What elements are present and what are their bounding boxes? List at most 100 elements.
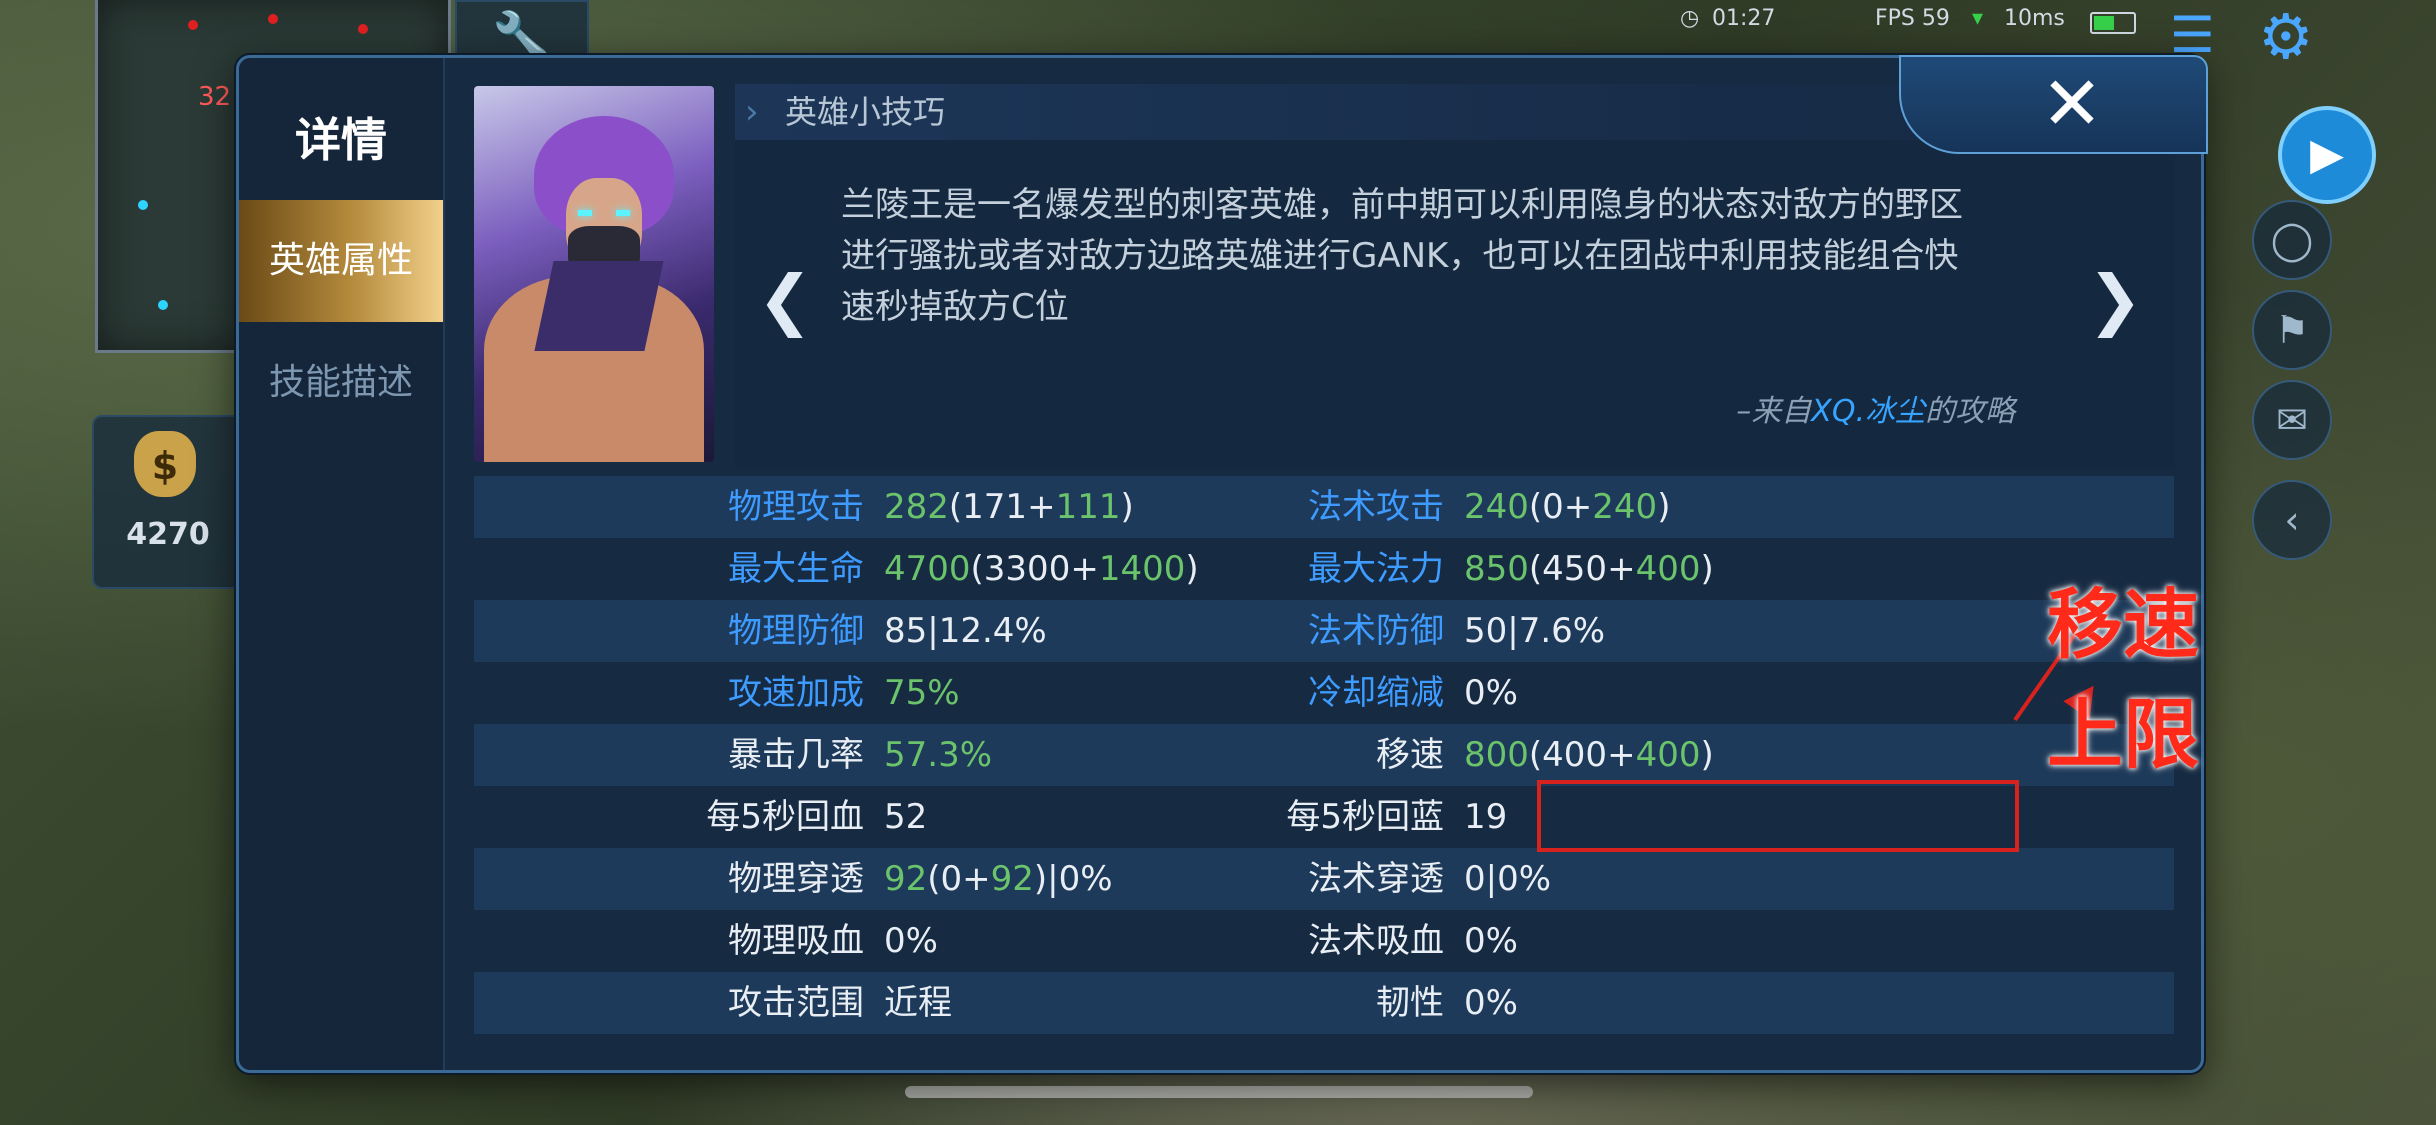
home-indicator[interactable] [905,1086,1533,1098]
stat-value: 0|0% [1464,848,1551,910]
stat-label: 法术穿透 [1308,859,1444,899]
stat-value: 282(171+111) [884,476,1134,538]
stat-label: 法术吸血 [1308,921,1444,961]
clock-icon: ◷ [1680,6,1700,31]
stat-value-part: (0+ [1528,487,1593,527]
enemy-tower-marker [358,24,368,34]
gold-counter[interactable]: $ 4270 [92,415,244,589]
annotation-label: 移速上限 [2047,580,2199,779]
list-icon[interactable]: ☰ [2170,10,2215,60]
stat-value: 19 [1464,786,1507,848]
stat-value-part: (0+ [927,859,991,899]
fps-readout: FPS 59 [1875,6,1950,31]
chat-icon[interactable]: ✉ [2252,380,2332,460]
stat-row: 攻速加成 75% 冷却缩减 0% [474,662,2174,724]
stat-value-part: (400+ [1528,735,1636,775]
stat-value-part: 850 [1464,549,1529,589]
stat-value-part: ) [1657,487,1671,527]
stat-row: 物理穿透 92(0+92)|0% 法术穿透 0|0% [474,848,2174,910]
enemy-tower-marker [268,14,278,24]
tips-title: 英雄小技巧 [785,93,946,131]
stat-value-part: ) [1700,735,1714,775]
stat-value-part: ) [1700,549,1714,589]
movement-speed-highlight [1537,780,2019,852]
stat-label: 攻速加成 [728,673,864,713]
gear-icon[interactable]: ⚙ [2258,6,2314,68]
stat-row: 暴击几率 57.3% 移速 800(400+400) [474,724,2174,786]
stat-label: 韧性 [1376,983,1444,1023]
stat-label: 攻击范围 [728,983,864,1023]
stat-value: 850(450+400) [1464,538,1714,600]
chevron-right-icon[interactable]: ❯ [2085,260,2145,340]
stat-value-part: (171+ [948,487,1056,527]
stat-value-part: 282 [884,487,949,527]
stat-value-part: 92 [884,859,928,899]
stat-value-part: 800 [1464,735,1529,775]
sidebar-title: 详情 [295,113,387,167]
video-camera-icon[interactable]: ▶ [2278,106,2376,204]
stat-value: 0% [884,910,938,972]
tab-skill-description[interactable]: 技能描述 [239,322,443,444]
battery-icon [2090,12,2136,34]
tips-text: 兰陵王是一名爆发型的刺客英雄，前中期可以利用隐身的状态对敌方的野区进行骚扰或者对… [841,185,1963,327]
stat-label: 物理吸血 [728,921,864,961]
stat-label: 法术攻击 [1308,487,1444,527]
hero-scarf [534,261,664,351]
stat-value-part: 50|7.6% [1464,611,1606,651]
stat-label: 法术防御 [1308,611,1444,651]
minimap-level: 32 [198,82,232,112]
hero-eye [616,210,630,216]
stat-value-part: 240 [1464,487,1529,527]
stat-row: 物理攻击 282(171+111) 法术攻击 240(0+240) [474,476,2174,538]
stat-value: 0% [1464,662,1518,724]
gold-value: 4270 [126,517,210,552]
stat-label: 每5秒回蓝 [1286,797,1444,837]
stat-value-part: )|0% [1033,859,1113,899]
stat-label: 每5秒回血 [706,797,864,837]
detail-sidebar: 详情 英雄属性 技能描述 [239,58,445,1070]
stat-value: 近程 [884,972,952,1034]
stat-label: 移速 [1376,735,1444,775]
match-time: 01:27 [1712,6,1776,31]
stat-value-part: 52 [884,797,928,837]
stat-value: 240(0+240) [1464,476,1670,538]
tab-hero-attributes[interactable]: 英雄属性 [239,200,443,322]
hero-detail-dialog: 详情 英雄属性 技能描述 › 英雄小技巧 ❮ 兰陵王是一名爆发型的刺客英雄，前中… [236,55,2208,1073]
ally-marker [138,200,148,210]
stat-value-part: 0% [1464,983,1518,1023]
stat-value-part: 0% [1464,673,1518,713]
shield-icon[interactable]: ◯ [2252,200,2332,280]
stat-value: 92(0+92)|0% [884,848,1113,910]
stat-row: 攻击范围 近程 韧性 0% [474,972,2174,1034]
stat-value: 0% [1464,972,1518,1034]
flag-icon[interactable]: ⚑ [2252,290,2332,370]
tips-source-author[interactable]: XQ.冰尘 [1811,394,1925,429]
chevron-right-icon: › [745,92,759,132]
chevron-left-icon[interactable]: ❮ [755,260,815,340]
stat-value-part: 240 [1592,487,1658,527]
stat-value-part: 近程 [884,983,952,1023]
stat-value-part: 19 [1464,797,1508,837]
stat-value-part: 75% [884,673,960,713]
tips-panel: ❮ 兰陵王是一名爆发型的刺客英雄，前中期可以利用隐身的状态对敌方的野区进行骚扰或… [735,140,2175,468]
stat-label: 物理穿透 [728,859,864,899]
stat-value: 800(400+400) [1464,724,1714,786]
stat-value-part: (450+ [1528,549,1636,589]
money-bag-icon: $ [134,431,196,497]
stat-value: 52 [884,786,927,848]
stat-value-part: 4700 [884,549,971,589]
hero-portrait [474,86,714,462]
hero-eye [578,210,592,216]
stat-value-part: 400 [1635,549,1701,589]
stat-value-part: 1400 [1098,549,1186,589]
stat-value-part: 92 [990,859,1034,899]
stat-value-part: 0% [1464,921,1518,961]
stat-value: 50|7.6% [1464,600,1605,662]
stat-label: 最大法力 [1308,549,1444,589]
attribute-table: 物理攻击 282(171+111) 法术攻击 240(0+240) 最大生命 4700(3… [474,476,2174,1044]
stat-row: 物理防御 85|12.4% 法术防御 50|7.6% [474,600,2174,662]
close-button[interactable]: ✕ [1899,55,2208,154]
stat-value-part: 57.3% [884,735,993,775]
tips-source-suffix: 的攻略 [1925,394,2015,429]
collapse-icon[interactable]: ‹ [2252,480,2332,560]
